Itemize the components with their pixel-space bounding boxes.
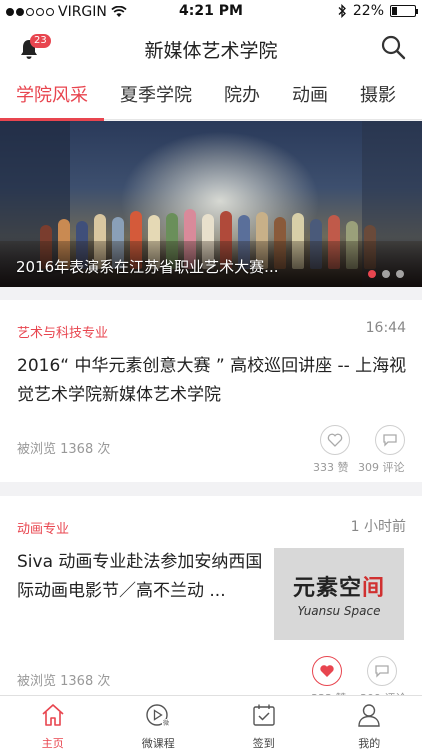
nav-bar: 23 新媒体艺术学院 [0, 24, 422, 72]
view-count: 被浏览 1368 次 [17, 442, 111, 457]
like-button[interactable]: 333 赞 [307, 656, 347, 700]
tab-yuanban[interactable]: 院办 [208, 72, 276, 120]
battery-icon [390, 5, 418, 17]
bottom-tab-label: 签到 [252, 737, 275, 750]
thumbnail-logo: 元素空间 [292, 576, 386, 601]
pager-dot-active[interactable] [368, 270, 376, 278]
bottom-tab-home[interactable]: 主页 [0, 696, 106, 750]
comment-count: 309 评论 [358, 461, 405, 474]
bluetooth-icon [338, 4, 346, 18]
heart-filled-icon [320, 665, 334, 677]
category-tabs: 学院风采 夏季学院 院办 动画 摄影 [0, 72, 422, 121]
tab-xueyuan-fengcai[interactable]: 学院风采 [0, 72, 104, 121]
search-icon[interactable] [380, 34, 406, 60]
bottom-tab-checkin[interactable]: 签到 [211, 696, 317, 750]
article-thumbnail[interactable]: 元素空间 Yuansu Space [274, 548, 404, 640]
pager-dot[interactable] [382, 270, 390, 278]
page-title: 新媒体艺术学院 [144, 40, 278, 62]
pager-dot[interactable] [396, 270, 404, 278]
bottom-tab-courses[interactable]: 微 微课程 [106, 696, 212, 750]
thumbnail-subtitle: Yuansu Space [297, 604, 381, 618]
home-icon [42, 704, 64, 726]
article-card[interactable]: 动画专业 1 小时前 Siva 动画专业赴法参加安纳西国际动画电影节／高不兰动 … [0, 496, 422, 700]
comment-button[interactable]: 309 评论 [360, 656, 407, 700]
battery-percent: 22% [352, 3, 384, 19]
play-icon: 微 [146, 704, 171, 727]
comment-icon [375, 665, 389, 678]
bottom-tab-label: 我的 [358, 737, 381, 750]
tab-donghua[interactable]: 动画 [276, 72, 344, 120]
banner-carousel[interactable]: 2016年表演系在江苏省职业艺术大赛... [0, 121, 422, 287]
tab-sheying[interactable]: 摄影 [344, 72, 412, 120]
like-count: 333 赞 [313, 461, 349, 474]
article-category[interactable]: 动画专业 [17, 518, 69, 537]
bottom-tab-label: 主页 [41, 737, 64, 750]
article-time: 16:44 [365, 320, 406, 336]
article-card[interactable]: 艺术与科技专业 16:44 2016“ 中华元素创意大赛 ” 高校巡回讲座 --… [0, 300, 422, 482]
bottom-tab-bar: 主页 微 微课程 签到 我的 [0, 695, 422, 750]
comment-icon [383, 434, 397, 447]
view-count: 被浏览 1368 次 [17, 674, 111, 689]
user-icon [358, 704, 380, 727]
article-title[interactable]: 2016“ 中华元素创意大赛 ” 高校巡回讲座 -- 上海视觉艺术学院新媒体艺术… [17, 352, 409, 410]
article-time: 1 小时前 [350, 519, 406, 535]
status-bar: VIRGIN 4:21 PM 22% [0, 0, 422, 24]
checkin-icon [253, 704, 275, 726]
tab-xiaji-xueyuan[interactable]: 夏季学院 [104, 72, 208, 120]
heart-icon [327, 433, 343, 447]
bottom-tab-profile[interactable]: 我的 [317, 696, 422, 750]
comment-button[interactable]: 309 评论 [358, 425, 410, 474]
article-title[interactable]: Siva 动画专业赴法参加安纳西国际动画电影节／高不兰动 ... [17, 548, 267, 606]
like-button[interactable]: 333 赞 [313, 425, 355, 474]
banner-caption: 2016年表演系在江苏省职业艺术大赛... [16, 258, 279, 276]
svg-text:微: 微 [163, 719, 169, 727]
carousel-pager [368, 270, 404, 278]
bottom-tab-label: 微课程 [141, 737, 175, 750]
article-category[interactable]: 艺术与科技专业 [17, 322, 108, 341]
